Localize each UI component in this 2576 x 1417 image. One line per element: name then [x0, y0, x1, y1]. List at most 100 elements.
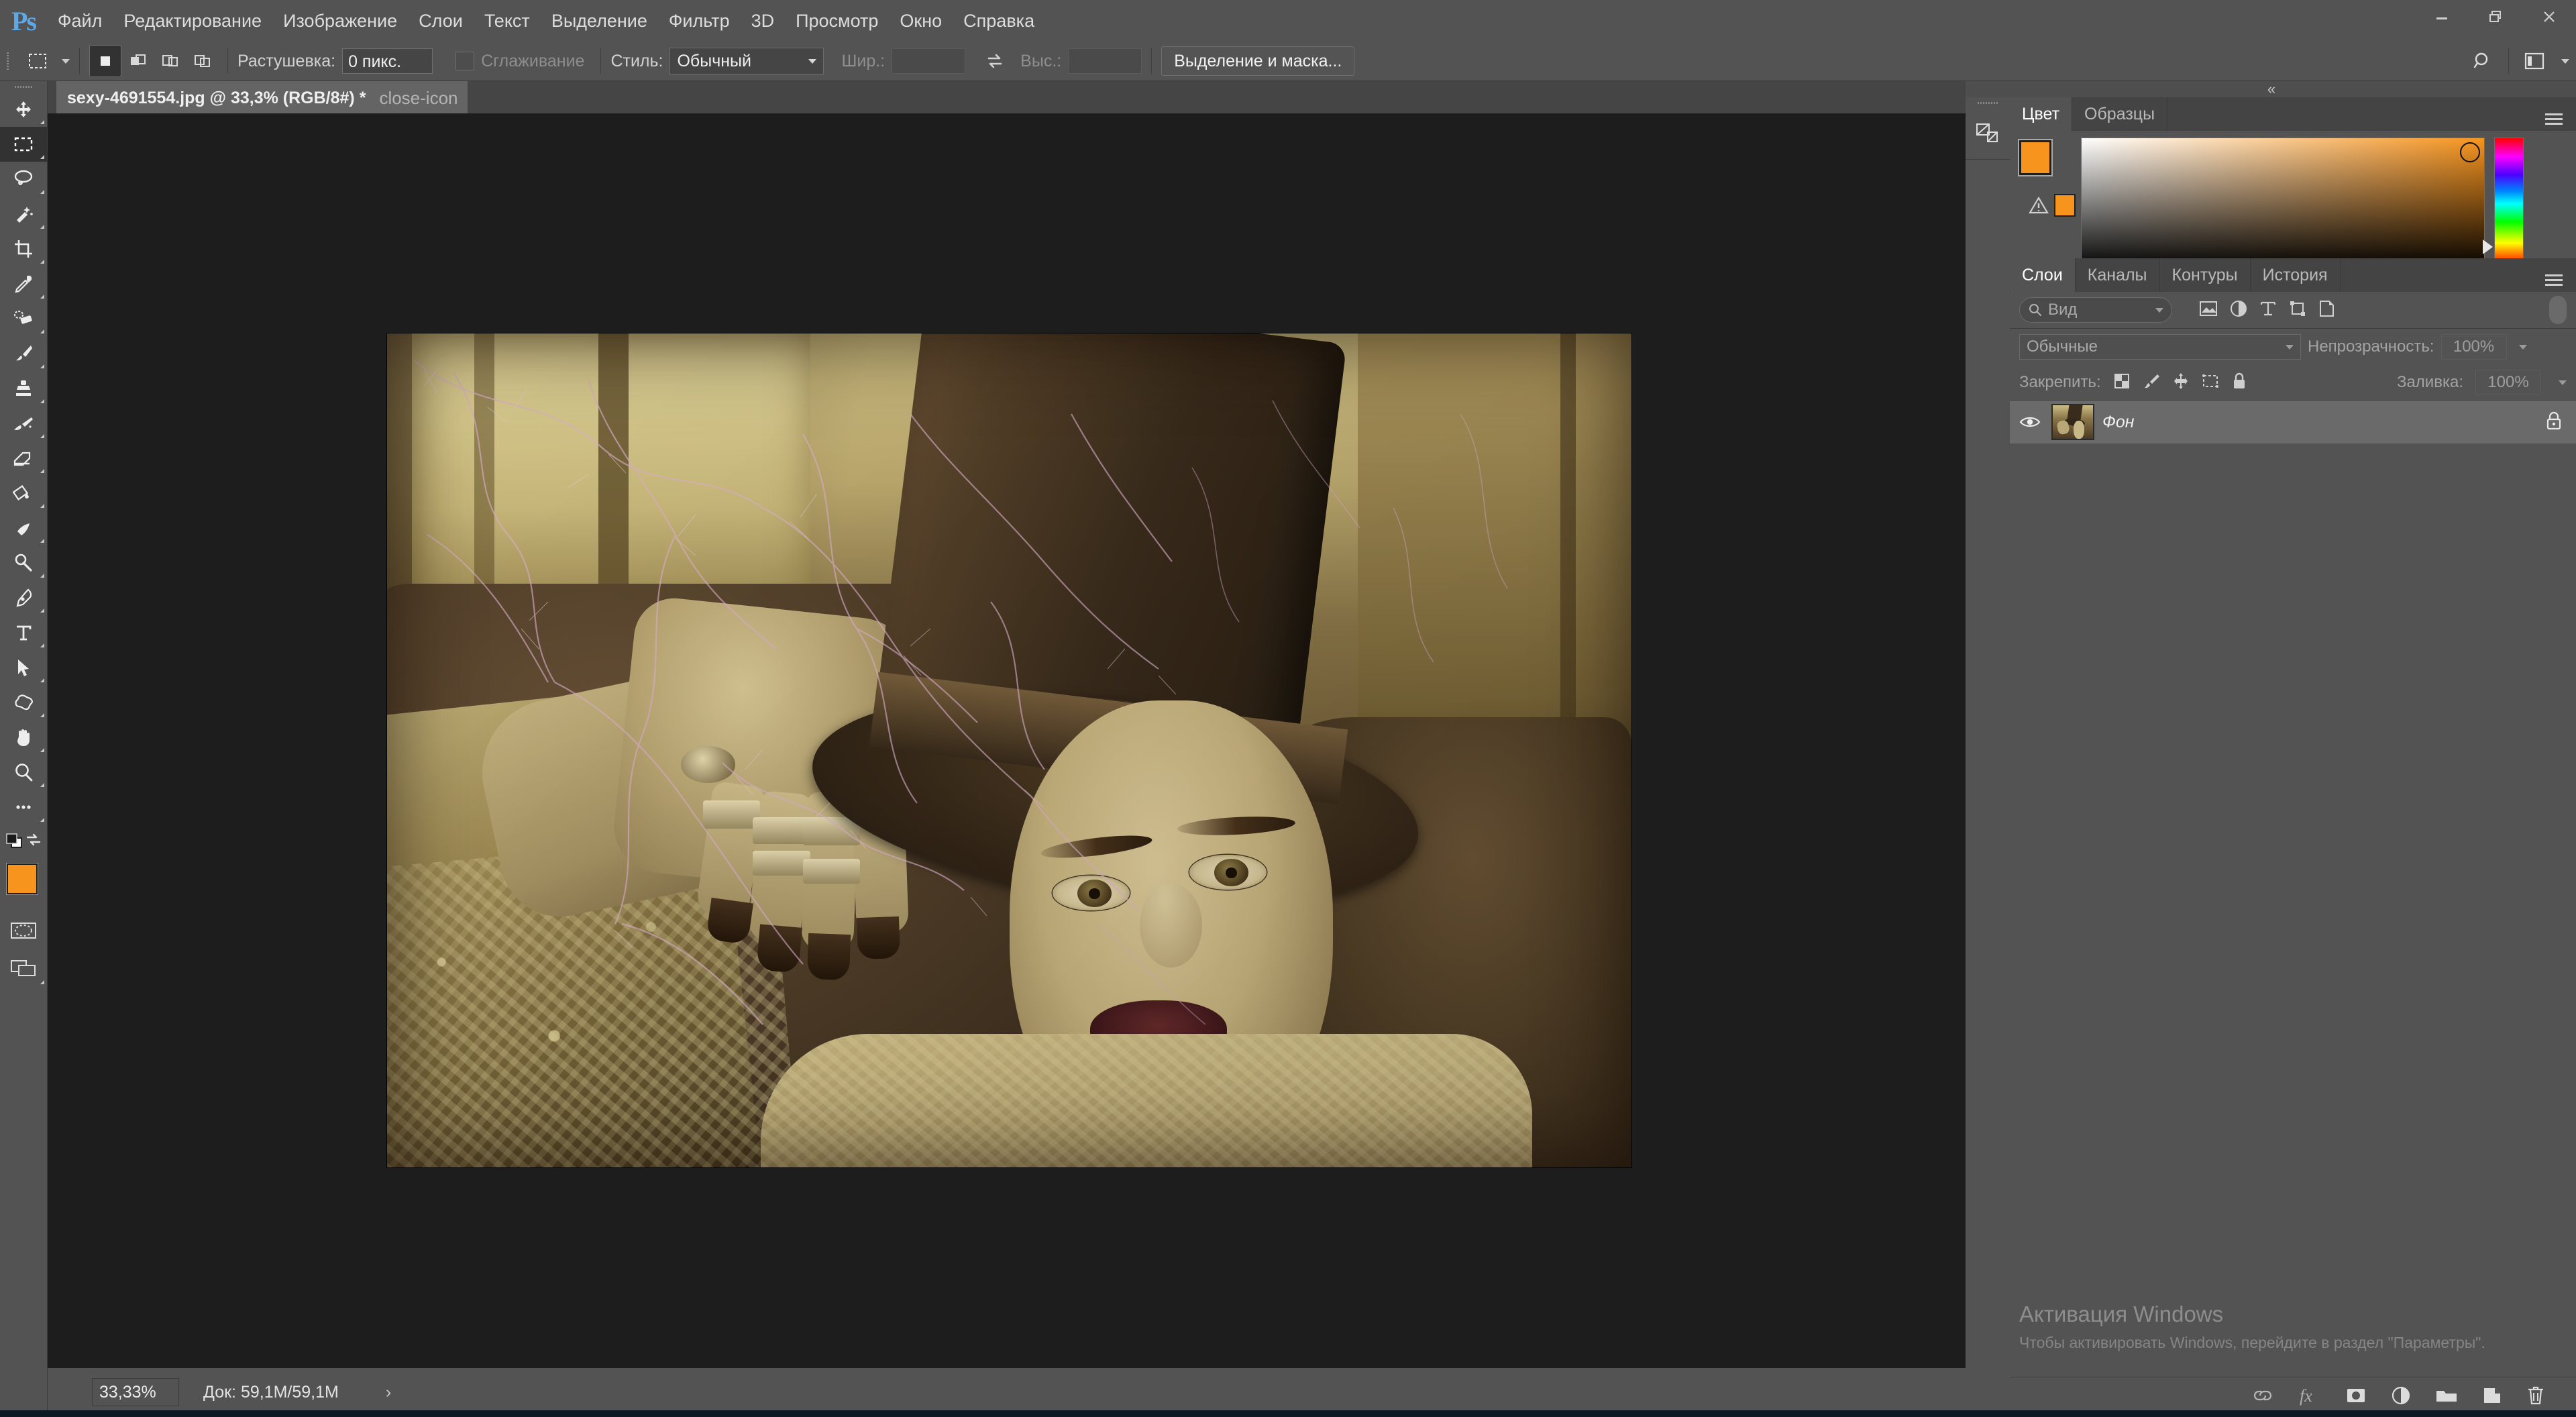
- close-icon[interactable]: close-icon: [379, 89, 458, 107]
- fill-value[interactable]: 100%: [2475, 370, 2541, 395]
- type-tool[interactable]: [0, 615, 47, 650]
- filter-pixel-icon[interactable]: [2199, 300, 2218, 321]
- chevron-down-icon[interactable]: [2518, 344, 2527, 350]
- color-panel-menu-icon[interactable]: [2538, 97, 2569, 131]
- new-layer-icon[interactable]: [2482, 1386, 2502, 1408]
- edit-toolbar-tool[interactable]: [0, 790, 47, 825]
- new-group-icon[interactable]: [2435, 1387, 2458, 1408]
- tab-paths[interactable]: Контуры: [2159, 258, 2251, 292]
- restore-button[interactable]: [2469, 0, 2522, 34]
- dodge-tool[interactable]: [0, 545, 47, 580]
- eyedropper-tool[interactable]: [0, 266, 47, 301]
- chevron-down-icon[interactable]: [2561, 58, 2569, 64]
- subtract-from-selection-button[interactable]: [155, 46, 186, 76]
- spot-healing-brush-tool[interactable]: [0, 301, 47, 336]
- rail-grip[interactable]: [1966, 97, 2010, 108]
- menu-file[interactable]: Файл: [47, 0, 113, 42]
- layer-style-fx-icon[interactable]: fx: [2298, 1385, 2321, 1409]
- select-and-mask-button[interactable]: Выделение и маска...: [1161, 46, 1355, 76]
- eraser-tool[interactable]: [0, 441, 47, 476]
- feather-input[interactable]: 0 пикс.: [342, 48, 433, 74]
- layer-name[interactable]: Фон: [2102, 413, 2135, 432]
- opacity-value[interactable]: 100%: [2440, 334, 2507, 360]
- brush-tool[interactable]: [0, 336, 47, 371]
- layer-filter-select[interactable]: Вид: [2019, 297, 2172, 323]
- default-colors-icon[interactable]: [5, 833, 25, 853]
- workspace-switcher-icon[interactable]: [2517, 44, 2552, 78]
- zoom-tool[interactable]: [0, 755, 47, 790]
- lock-position-icon[interactable]: [2172, 372, 2190, 393]
- tab-swatches[interactable]: Образцы: [2072, 97, 2168, 131]
- menu-help[interactable]: Справка: [953, 0, 1045, 42]
- menu-edit[interactable]: Редактирование: [113, 0, 272, 42]
- menu-view[interactable]: Просмотр: [785, 0, 889, 42]
- style-select[interactable]: Обычный: [669, 48, 824, 74]
- menu-image[interactable]: Изображение: [272, 0, 408, 42]
- link-layers-icon[interactable]: [2251, 1387, 2274, 1407]
- pen-tool[interactable]: [0, 580, 47, 615]
- foreground-color-swatch[interactable]: [6, 863, 38, 895]
- crop-tool[interactable]: [0, 231, 47, 266]
- layer-visibility-icon[interactable]: [2017, 415, 2043, 429]
- filter-enable-toggle[interactable]: [2549, 296, 2567, 324]
- lock-transparent-pixels-icon[interactable]: [2113, 372, 2131, 393]
- layer-list[interactable]: Фон: [2010, 401, 2576, 1377]
- filter-smart-object-icon[interactable]: [2318, 300, 2334, 321]
- new-adjustment-layer-icon[interactable]: [2391, 1385, 2411, 1409]
- hand-tool[interactable]: [0, 720, 47, 755]
- tool-preset-picker[interactable]: [19, 46, 56, 76]
- layers-panel-menu-icon[interactable]: [2538, 258, 2569, 292]
- filter-shape-icon[interactable]: [2289, 300, 2306, 321]
- search-icon[interactable]: [2465, 44, 2500, 78]
- lock-artboard-nesting-icon[interactable]: [2202, 372, 2219, 393]
- image-canvas[interactable]: [387, 333, 1631, 1167]
- lasso-tool[interactable]: [0, 162, 47, 197]
- lock-image-pixels-icon[interactable]: [2143, 372, 2160, 393]
- hue-slider[interactable]: [2483, 138, 2524, 270]
- screen-mode-icon[interactable]: [0, 949, 47, 987]
- move-tool[interactable]: [0, 92, 47, 127]
- menu-layers[interactable]: Слои: [408, 0, 474, 42]
- swap-colors-icon[interactable]: [24, 831, 43, 852]
- layer-thumbnail[interactable]: [2051, 404, 2094, 440]
- clone-stamp-tool[interactable]: [0, 371, 47, 406]
- add-to-selection-button[interactable]: [123, 46, 154, 76]
- canvas-area[interactable]: [48, 113, 1966, 1368]
- tab-history[interactable]: История: [2250, 258, 2341, 292]
- minimize-button[interactable]: [2415, 0, 2469, 34]
- options-bar-grip[interactable]: [0, 42, 15, 81]
- tab-channels[interactable]: Каналы: [2075, 258, 2160, 292]
- table-row[interactable]: Фон: [2010, 401, 2576, 443]
- tab-layers[interactable]: Слои: [2010, 258, 2076, 292]
- swap-dimensions-icon[interactable]: [977, 44, 1012, 78]
- filter-adjustment-icon[interactable]: [2230, 300, 2247, 321]
- antialias-checkbox[interactable]: [455, 52, 475, 70]
- menu-filter[interactable]: Фильтр: [658, 0, 741, 42]
- status-expand-arrow[interactable]: ›: [386, 1383, 391, 1402]
- history-brush-tool[interactable]: [0, 406, 47, 441]
- color-panel-foreground-swatch[interactable]: [2018, 139, 2053, 176]
- filter-type-icon[interactable]: [2259, 300, 2277, 321]
- path-selection-tool[interactable]: [0, 650, 47, 685]
- chevron-down-icon[interactable]: [62, 58, 70, 64]
- collapse-panels-button[interactable]: «: [1966, 81, 2576, 97]
- height-input[interactable]: [1068, 48, 1142, 74]
- tools-panel-grip[interactable]: [0, 81, 47, 92]
- color-spectrum-field[interactable]: [2081, 138, 2485, 270]
- lock-all-icon[interactable]: [2231, 372, 2247, 393]
- new-selection-button[interactable]: [89, 45, 121, 77]
- quick-mask-icon[interactable]: [0, 912, 47, 949]
- gamut-warning-swatch[interactable]: [2054, 194, 2076, 217]
- layer-lock-icon[interactable]: [2545, 411, 2569, 433]
- blend-mode-select[interactable]: Обычные: [2019, 334, 2301, 360]
- blur-tool[interactable]: [0, 511, 47, 545]
- add-layer-mask-icon[interactable]: [2345, 1387, 2367, 1408]
- menu-text[interactable]: Текст: [474, 0, 541, 42]
- quick-selection-tool[interactable]: [0, 197, 47, 231]
- rectangular-marquee-tool[interactable]: [0, 127, 47, 162]
- width-input[interactable]: [892, 48, 966, 74]
- chevron-down-icon[interactable]: [2559, 380, 2567, 385]
- tab-color[interactable]: Цвет: [2010, 97, 2073, 131]
- intersect-with-selection-button[interactable]: [187, 46, 218, 76]
- gradient-tool[interactable]: [0, 476, 47, 511]
